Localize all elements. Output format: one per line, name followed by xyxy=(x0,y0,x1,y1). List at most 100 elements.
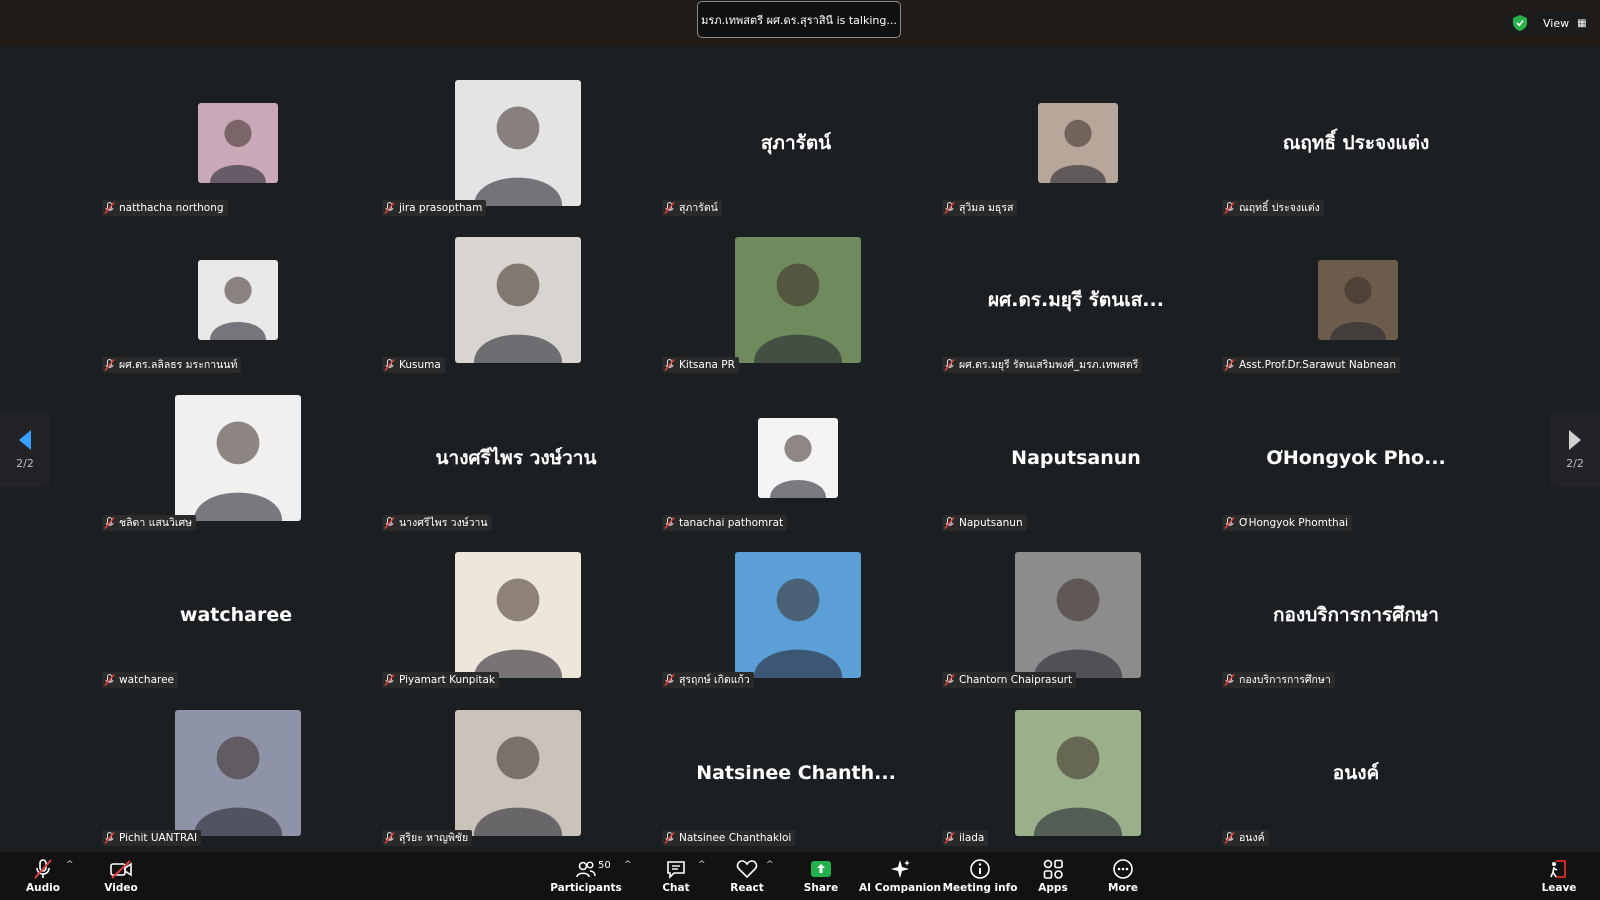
mic-muted-icon xyxy=(664,359,675,371)
ai-companion-button[interactable]: AI Companion xyxy=(859,854,941,898)
participant-tile[interactable]: Kusuma xyxy=(380,221,660,379)
page-indicator: 2/2 xyxy=(16,456,34,470)
participant-name: Asst.Prof.Dr.Sarawut Nabnean xyxy=(1239,359,1396,371)
participant-name-tag: Chantorn Chaiprasurt xyxy=(942,672,1077,688)
participant-name-tag: natthacha northong xyxy=(102,200,228,216)
share-screen-icon xyxy=(811,861,831,877)
mic-muted-icon xyxy=(104,202,115,214)
participant-name-tag: Natsinee Chanthakloi xyxy=(662,830,796,846)
next-page-button[interactable]: 2/2 xyxy=(1550,411,1600,487)
participant-avatar xyxy=(175,395,301,521)
react-button[interactable]: React xyxy=(730,854,764,898)
participant-tile[interactable]: Kitsana PR xyxy=(660,221,940,379)
participant-name: Kitsana PR xyxy=(679,359,735,371)
participant-tile[interactable]: Pichit UANTRAI xyxy=(100,694,380,852)
participant-tile[interactable]: Piyamart Kunpitak xyxy=(380,536,660,694)
person-silhouette-icon xyxy=(210,119,266,183)
participant-tile[interactable]: กองบริการการศึกษา กองบริการการศึกษา xyxy=(1220,536,1500,694)
participant-tile[interactable]: jira prasoptham xyxy=(380,64,660,222)
person-silhouette-icon xyxy=(753,263,843,363)
person-silhouette-icon xyxy=(473,106,563,206)
participant-tile[interactable]: Asst.Prof.Dr.Sarawut Nabnean xyxy=(1220,221,1500,379)
chevron-right-icon xyxy=(1569,429,1581,450)
mic-muted-icon xyxy=(384,202,395,214)
participant-tile[interactable]: อนงค์ อนงค์ xyxy=(1220,694,1500,852)
participant-name: Kusuma xyxy=(399,359,441,371)
mic-muted-icon xyxy=(104,832,115,844)
audio-options-caret[interactable]: ^ xyxy=(66,860,74,870)
participant-tile[interactable]: นางศรีไพร วงษ์วาน นางศรีไพร วงษ์วาน xyxy=(380,379,660,537)
participants-options-caret[interactable]: ^ xyxy=(624,860,632,870)
person-silhouette-icon xyxy=(473,263,563,363)
shield-icon xyxy=(1513,15,1527,31)
participant-name: ilada xyxy=(959,832,985,844)
participant-tile[interactable]: ƠHongyok Pho... ƠHongyok Phomthai xyxy=(1220,379,1500,537)
participants-label: Participants xyxy=(550,882,622,894)
share-button[interactable]: Share xyxy=(804,854,838,898)
mic-muted-icon xyxy=(1224,359,1235,371)
participant-tile[interactable]: natthacha northong xyxy=(100,64,380,222)
video-button[interactable]: Video xyxy=(104,854,138,898)
participant-name: กองบริการการศึกษา xyxy=(1239,674,1331,686)
chat-icon xyxy=(667,861,685,879)
participant-name: natthacha northong xyxy=(119,202,224,214)
participant-tile[interactable]: tanachai pathomrat xyxy=(660,379,940,537)
more-label: More xyxy=(1108,882,1138,894)
person-silhouette-icon xyxy=(1033,736,1123,836)
meeting-info-button[interactable]: Meeting info xyxy=(943,854,1017,898)
mic-muted-icon xyxy=(664,517,675,529)
info-icon xyxy=(970,859,990,879)
participant-display-name: Natsinee Chanth... xyxy=(696,762,896,784)
participant-tile[interactable]: Chantorn Chaiprasurt xyxy=(940,536,1220,694)
participant-tile[interactable]: สุริยะ หาญพิชัย xyxy=(380,694,660,852)
participant-tile[interactable]: ชลิดา แสนวิเศษ xyxy=(100,379,380,537)
participant-tile[interactable]: Naputsanun Naputsanun xyxy=(940,379,1220,537)
participant-tile[interactable]: สุภารัตน์ สุภารัตน์ xyxy=(660,64,940,222)
participant-name: ƠHongyok Phomthai xyxy=(1239,517,1349,529)
person-silhouette-icon xyxy=(770,434,826,498)
participant-display-name: ผศ.ดร.มยุรี รัตนเส... xyxy=(988,289,1164,311)
mic-muted-icon xyxy=(1224,832,1235,844)
person-silhouette-icon xyxy=(473,578,563,678)
chat-button[interactable]: Chat xyxy=(662,854,690,898)
participant-avatar xyxy=(455,237,581,363)
participant-tile[interactable]: สุรฤกษ์ เกิดแก้ว xyxy=(660,536,940,694)
audio-label: Audio xyxy=(26,882,60,894)
participant-tile[interactable]: ผศ.ดร.มยุรี รัตนเส... ผศ.ดร.มยุรี รัตนเสร… xyxy=(940,221,1220,379)
chat-label: Chat xyxy=(662,882,690,894)
participant-tile[interactable]: ผศ.ดร.ลลิลธร มระกานนท์ xyxy=(100,221,380,379)
leave-button[interactable]: Leave xyxy=(1542,854,1576,898)
participant-name-tag: ผศ.ดร.มยุรี รัตนเสริมพงศ์_มรภ.เทพสตรี xyxy=(942,357,1143,373)
participant-name: สุวิมล มธุรส xyxy=(959,202,1014,214)
participant-tile[interactable]: สุวิมล มธุรส xyxy=(940,64,1220,222)
view-button[interactable]: View ▦ xyxy=(1505,11,1590,35)
participant-name-tag: นางศรีไพร วงษ์วาน xyxy=(382,515,492,531)
participant-name: นางศรีไพร วงษ์วาน xyxy=(399,517,488,529)
participant-name-tag: Kusuma xyxy=(382,357,445,373)
person-silhouette-icon xyxy=(193,736,283,836)
mic-muted-icon xyxy=(944,517,955,529)
participant-name-tag: สุริยะ หาญพิชัย xyxy=(382,830,473,846)
participant-tile[interactable]: watcharee watcharee xyxy=(100,536,380,694)
participant-name-tag: Piyamart Kunpitak xyxy=(382,672,499,688)
page-indicator: 2/2 xyxy=(1566,456,1584,470)
react-options-caret[interactable]: ^ xyxy=(766,860,774,870)
active-speaker-banner: มรภ.เทพสตรี ผศ.ดร.สุราสินี is talking... xyxy=(697,1,901,38)
previous-page-button[interactable]: 2/2 xyxy=(0,411,50,487)
person-silhouette-icon xyxy=(473,736,563,836)
leave-icon xyxy=(1550,860,1566,878)
apps-button[interactable]: Apps xyxy=(1038,854,1068,898)
participant-display-name: ƠHongyok Pho... xyxy=(1266,447,1446,469)
mic-muted-icon xyxy=(104,674,115,686)
participant-tile[interactable]: ilada xyxy=(940,694,1220,852)
chat-options-caret[interactable]: ^ xyxy=(698,860,706,870)
more-button[interactable]: More xyxy=(1108,854,1138,898)
audio-button[interactable]: Audio xyxy=(26,854,60,898)
participant-avatar xyxy=(735,552,861,678)
mic-muted-icon xyxy=(384,674,395,686)
top-bar: มรภ.เทพสตรี ผศ.ดร.สุราสินี is talking...… xyxy=(0,0,1600,46)
participant-tile[interactable]: ณฤทธิ์ ประจงแต่ง ณฤทธิ์ ประจงแต่ง xyxy=(1220,64,1500,222)
participant-tile[interactable]: Natsinee Chanth... Natsinee Chanthakloi xyxy=(660,694,940,852)
participants-icon xyxy=(576,861,596,878)
mic-muted-icon xyxy=(944,674,955,686)
